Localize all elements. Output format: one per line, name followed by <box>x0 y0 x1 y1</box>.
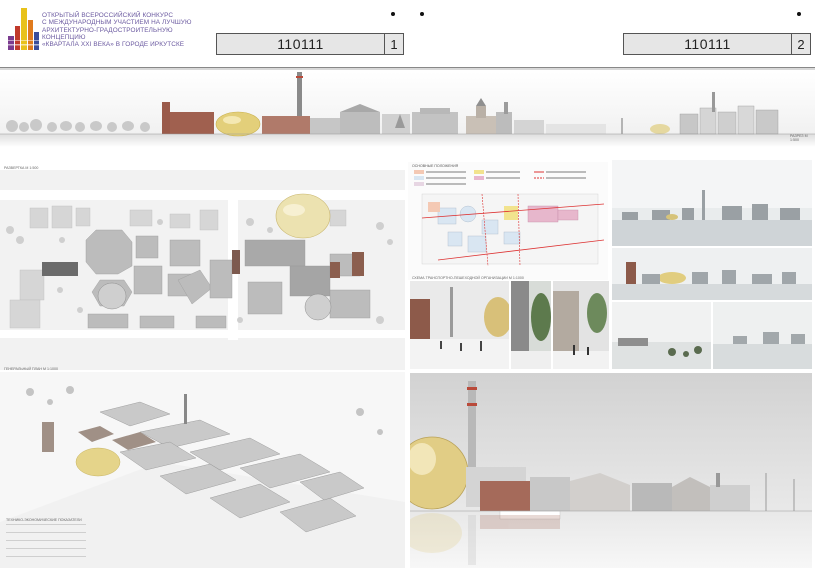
river-view-photo-1 <box>612 160 812 246</box>
registration-dot <box>797 12 801 16</box>
street-elevation-drawing <box>0 72 815 147</box>
scheme-caption: СХЕМА ТРАНСПОРТНО-ПЕШЕХОДНОЙ ОРГАНИЗАЦИИ… <box>412 276 524 280</box>
competition-logo <box>8 8 39 50</box>
sheet-number: 2 <box>791 34 810 54</box>
title-line: «КВАРТАЛА XXI ВЕКА» В ГОРОДЕ ИРКУТСКЕ <box>42 41 185 49</box>
street-render-2 <box>511 281 551 369</box>
header-rule-shadow <box>0 68 815 70</box>
registration-dot <box>420 12 424 16</box>
sheet-code: 110111 <box>684 36 731 52</box>
elevation-label-right: РАЗРЕЗ М 1:500 <box>790 134 808 142</box>
sheet-code: 110111 <box>277 36 324 52</box>
tep-table-title: ТЕХНИКО-ЭКОНОМИЧЕСКИЕ ПОКАЗАТЕЛИ <box>6 518 82 522</box>
master-plan-drawing <box>0 170 405 370</box>
title-line: АРХИТЕКТУРНО-ГРАДОСТРОИТЕЛЬНУЮ КОНЦЕПЦИЮ <box>42 26 173 41</box>
embankment-render-main <box>410 373 812 568</box>
scheme-title: ОСНОВНЫЕ ПОЛОЖЕНИЯ <box>412 164 459 168</box>
sheet-number: 1 <box>384 34 403 54</box>
river-view-photo-2 <box>612 248 812 300</box>
transport-scheme-diagram <box>408 162 608 280</box>
embankment-photo-2 <box>713 302 812 369</box>
registration-dot <box>391 12 395 16</box>
axonometric-view-drawing <box>0 372 405 568</box>
plan-label: ГЕНЕРАЛЬНЫЙ ПЛАН М 1:1000 <box>4 367 58 371</box>
sheet-plate-1: 110111 1 <box>216 33 404 55</box>
embankment-photo-1 <box>612 302 711 369</box>
title-line: С МЕЖДУНАРОДНЫМ УЧАСТИЕМ НА ЛУЧШУЮ <box>42 19 192 27</box>
sheet-plate-2: 110111 2 <box>623 33 811 55</box>
competition-title: ОТКРЫТЫЙ ВСЕРОССИЙСКИЙ КОНКУРС С МЕЖДУНА… <box>42 12 217 48</box>
title-line: ОТКРЫТЫЙ ВСЕРОССИЙСКИЙ КОНКУРС <box>42 12 174 19</box>
street-render-3 <box>553 281 609 369</box>
street-render-1 <box>410 281 509 369</box>
